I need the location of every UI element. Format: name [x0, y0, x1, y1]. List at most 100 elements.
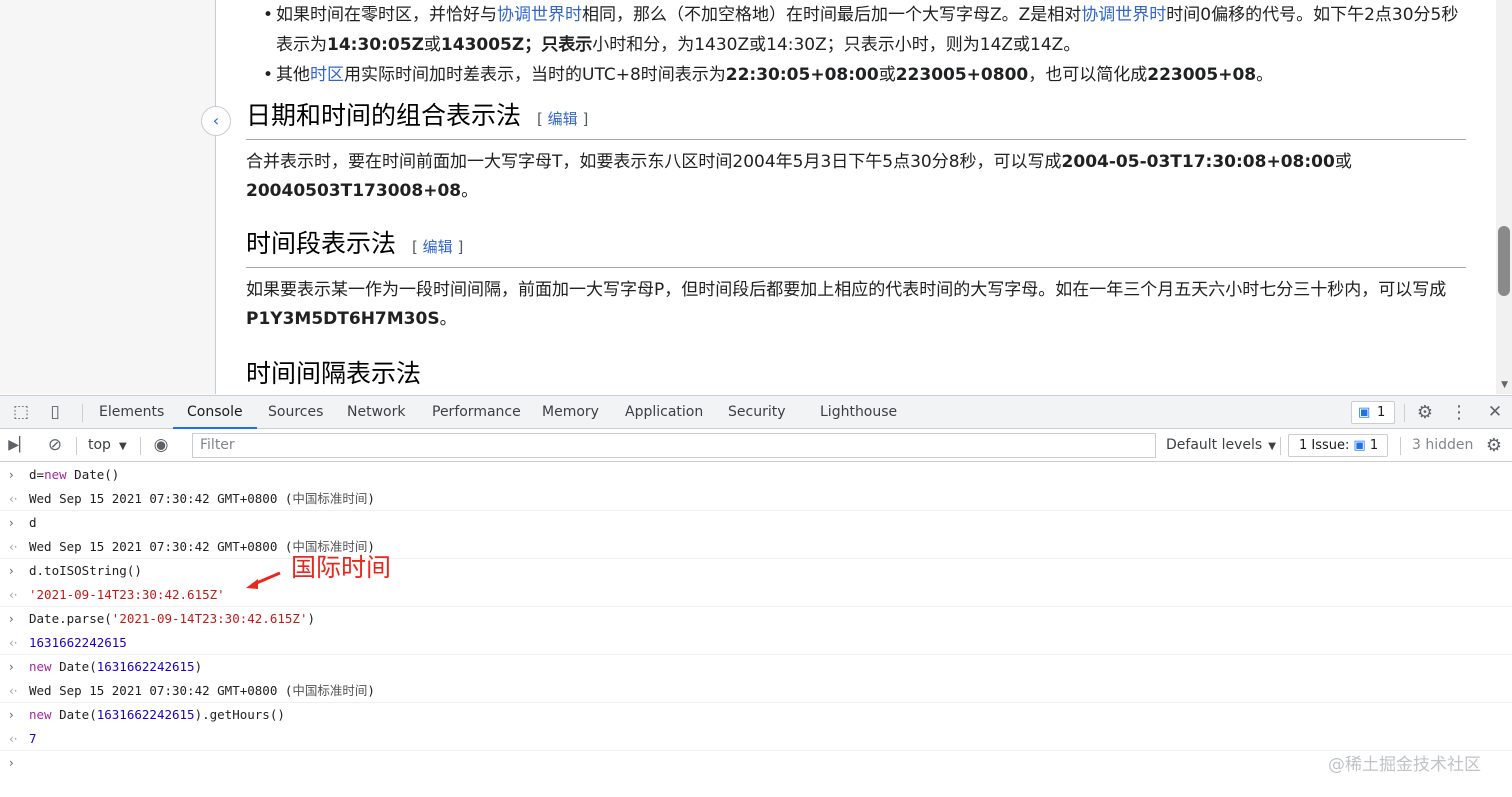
issue-message-icon: ▣ [1353, 438, 1366, 453]
bracket: [ [412, 238, 418, 256]
console-output[interactable]: › d=new Date() ‹· Wed Sep 15 2021 07:30:42 … [0, 463, 1512, 797]
input-chevron-icon: › [9, 612, 14, 626]
token-plain: ) [307, 611, 315, 626]
console-output-line[interactable]: ‹· 7 [0, 727, 1512, 751]
console-output-line[interactable]: ‹· '2021-09-14T23:30:42.615Z' [0, 583, 1512, 607]
token-plain: Wed Sep 15 2021 07:30:42 GMT+0800 ( [29, 539, 293, 554]
token-plain: Date( [51, 707, 97, 722]
console-prompt[interactable]: › [0, 751, 1512, 775]
dropdown-arrow-icon: ▼ [118, 441, 127, 452]
console-output-line[interactable]: ‹· 1631662242615 [0, 631, 1512, 655]
token-plain: d [29, 515, 37, 530]
close-icon[interactable]: ✕ [1484, 396, 1506, 429]
context-selector[interactable]: top ▼ [88, 429, 127, 462]
bold-text: 223005+0800 [895, 65, 1029, 85]
wiki-sidebar [0, 0, 216, 394]
link-utc-2[interactable]: 协调世界时 [1081, 5, 1166, 25]
console-output-line[interactable]: ‹· Wed Sep 15 2021 07:30:42 GMT+0800 (中国标… [0, 679, 1512, 703]
text: ，也可以简化成 [1028, 65, 1148, 85]
console-input-line[interactable]: › Date.parse('2021-09-14T23:30:42.615Z') [0, 607, 1512, 631]
console-input-line[interactable]: › new Date(1631662242615) [0, 655, 1512, 679]
device-toolbar-icon[interactable]: ▯ [42, 396, 68, 429]
live-expression-eye-icon[interactable]: ◉ [149, 429, 173, 462]
bold-text: 143005Z [440, 35, 525, 55]
tab-security[interactable]: Security [728, 396, 786, 429]
bullet-dot: • [263, 5, 274, 25]
token-cjk: 中国标准时间 [292, 491, 368, 506]
token-plain: Date.parse( [29, 611, 112, 626]
token-plain: Wed Sep 15 2021 07:30:42 GMT+0800 ( [29, 683, 293, 698]
text: 。 [461, 181, 479, 201]
context-value: top [88, 437, 111, 453]
output-arrow-icon: ‹· [9, 588, 18, 602]
edit-section-link: [ 编辑 ] [412, 238, 463, 256]
chevron-left-icon: ‹ [212, 111, 220, 130]
tab-sources[interactable]: Sources [268, 396, 323, 429]
console-rows: › d=new Date() ‹· Wed Sep 15 2021 07:30:42 … [0, 463, 1512, 751]
input-chevron-icon: › [9, 516, 14, 530]
bold-text: 只表示 [541, 35, 593, 55]
tab-memory[interactable]: Memory [542, 396, 599, 429]
link-timezone[interactable]: 时区 [310, 65, 344, 85]
token-plain: Date() [66, 467, 120, 482]
tab-application[interactable]: Application [625, 396, 703, 429]
text: 如果要表示某一作为一段时间间隔，前面加一大写字母P，但时间段后都要加上相应的代表… [246, 280, 1447, 300]
messages-count: 1 [1377, 405, 1386, 420]
levels-label: Default levels [1166, 437, 1263, 453]
edit-link[interactable]: 编辑 [548, 110, 578, 128]
clear-console-icon[interactable]: ⊘ [44, 429, 66, 462]
text: 其他 [276, 65, 310, 85]
text: 小时和分，为1430Z或14:30Z；只表示小时，则为14Z或14Z。 [592, 35, 1081, 55]
text: 或 [1334, 152, 1352, 172]
scrollbar-thumb[interactable] [1498, 226, 1510, 296]
tab-console[interactable]: Console [173, 396, 257, 429]
bold-text: 2004-05-03T17:30:08+08:00 [1061, 152, 1335, 172]
console-input-line[interactable]: › d=new Date() [0, 463, 1512, 487]
token-str: '2021-09-14T23:30:42.615Z' [111, 611, 308, 626]
token-num: 7 [29, 731, 37, 746]
settings-gear-icon[interactable]: ⚙ [1412, 396, 1438, 429]
token-plain: ) [367, 491, 375, 506]
input-chevron-icon: › [9, 564, 14, 578]
message-icon: ▣ [1358, 405, 1371, 420]
page-scrollbar[interactable]: ▼ [1496, 0, 1512, 394]
log-levels-dropdown[interactable]: Default levels ▼ [1166, 429, 1276, 463]
messages-badge[interactable]: ▣ 1 [1351, 401, 1395, 424]
heading-text: 时间段表示法 [246, 229, 397, 258]
output-arrow-icon: ‹· [9, 492, 18, 506]
link-utc[interactable]: 协调世界时 [497, 5, 582, 25]
collapse-toc-button[interactable]: ‹ [201, 106, 231, 136]
issues-button[interactable]: 1 Issue: ▣ 1 [1288, 434, 1388, 457]
console-input-line[interactable]: › new Date(1631662242615).getHours() [0, 703, 1512, 727]
sidebar-toggle-icon[interactable]: ▶▏ [8, 429, 30, 462]
edit-link[interactable]: 编辑 [423, 238, 453, 256]
filter-input[interactable]: Filter [192, 433, 1156, 458]
text: 或 [423, 35, 441, 55]
output-arrow-icon: ‹· [9, 684, 18, 698]
red-arrow-annotation [246, 571, 281, 589]
scroll-down-arrow-icon[interactable]: ▼ [1501, 380, 1508, 390]
console-output-line[interactable]: ‹· Wed Sep 15 2021 07:30:42 GMT+0800 (中国标… [0, 487, 1512, 511]
console-toolbar: ▶▏ ⊘ top ▼ ◉ Filter Default levels ▼ 1 Iss… [0, 429, 1512, 462]
issues-count: 1 [1369, 438, 1379, 453]
section-heading-duration: 时间段表示法 [ 编辑 ] [246, 226, 1466, 268]
tab-network[interactable]: Network [347, 396, 405, 429]
console-output-line[interactable]: ‹· Wed Sep 15 2021 07:30:42 GMT+0800 (中国标… [0, 535, 1512, 559]
console-settings-gear-icon[interactable]: ⚙ [1482, 429, 1506, 462]
inspect-element-icon[interactable]: ⬚ [8, 396, 34, 429]
token-plain: ).getHours() [194, 707, 285, 722]
token-plain: Date( [51, 659, 97, 674]
bracket: ] [582, 110, 589, 128]
text: 合并表示时，要在时间前面加一大写字母T，如要表示东八区时间2004年5月3日下午… [246, 152, 1062, 172]
tab-lighthouse[interactable]: Lighthouse [820, 396, 897, 429]
prompt-chevron-icon: › [9, 756, 14, 770]
text: 或 [878, 65, 896, 85]
text: 如果时间在零时区，并恰好与 [276, 5, 497, 25]
tab-elements[interactable]: Elements [99, 396, 164, 429]
more-options-icon[interactable]: ⋮ [1448, 396, 1470, 429]
section-heading-interval: 时间间隔表示法 [246, 356, 1466, 394]
console-input-line[interactable]: › d.toISOString() [0, 559, 1512, 583]
console-input-line[interactable]: › d [0, 511, 1512, 535]
edit-section-link: [ 编辑 ] [537, 110, 588, 128]
tab-performance[interactable]: Performance [432, 396, 521, 429]
